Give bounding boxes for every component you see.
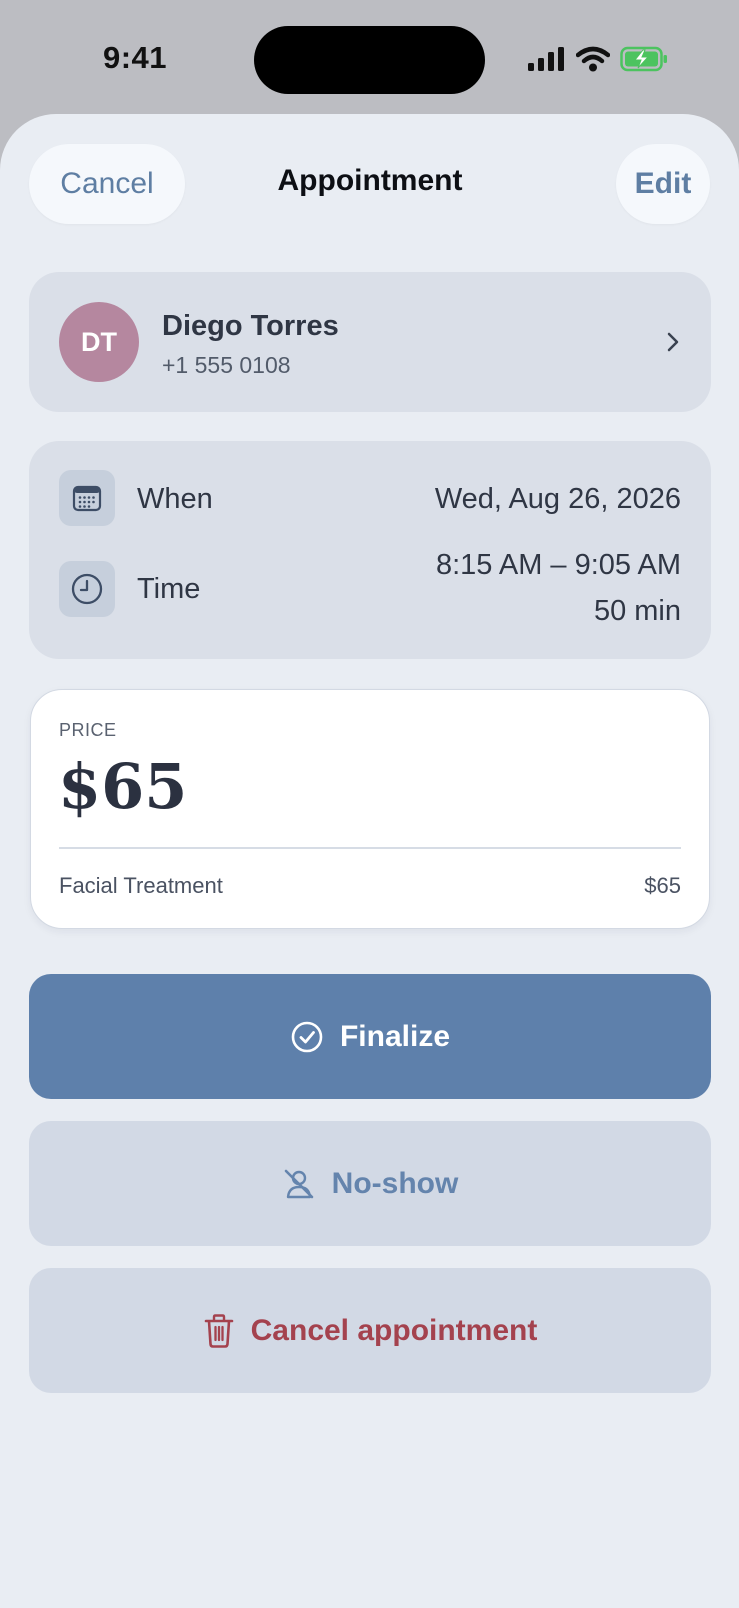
no-show-button[interactable]: No-show bbox=[29, 1121, 711, 1246]
when-value: Wed, Aug 26, 2026 bbox=[434, 483, 681, 515]
page-title: Appointment bbox=[277, 164, 463, 197]
user-off-icon bbox=[284, 1169, 313, 1198]
avatar: DT bbox=[59, 302, 139, 382]
signal-icon bbox=[528, 47, 564, 71]
cancel-appointment-button[interactable]: Cancel appointment bbox=[29, 1268, 711, 1393]
price-card: PRICE $65 Facial Treatment $65 bbox=[30, 689, 710, 929]
status-time: 9:41 bbox=[102, 40, 168, 75]
status-icons bbox=[528, 44, 668, 74]
time-label: Time bbox=[137, 573, 201, 605]
dynamic-island bbox=[254, 26, 485, 94]
client-card[interactable]: DT Diego Torres +1 555 0108 bbox=[29, 272, 711, 412]
finalize-button[interactable]: Finalize bbox=[29, 974, 711, 1099]
clock-icon bbox=[59, 561, 115, 617]
trash-icon bbox=[204, 1313, 233, 1348]
schedule-card: When Wed, Aug 26, 2026 Time 8:15 AM – 9:… bbox=[29, 441, 711, 659]
no-show-label: No-show bbox=[331, 1166, 459, 1200]
calendar-icon bbox=[59, 470, 115, 526]
client-phone: +1 555 0108 bbox=[162, 352, 291, 378]
cancel-appointment-label: Cancel appointment bbox=[250, 1313, 538, 1347]
client-name: Diego Torres bbox=[162, 310, 339, 342]
check-circle-icon bbox=[291, 1021, 323, 1052]
duration: 50 min bbox=[593, 595, 681, 627]
chevron-right-icon bbox=[667, 332, 679, 352]
edit-button[interactable]: Edit bbox=[616, 144, 710, 224]
when-label: When bbox=[137, 483, 213, 515]
divider bbox=[59, 847, 681, 849]
time-range: 8:15 AM – 9:05 AM bbox=[435, 549, 681, 581]
cancel-button[interactable]: Cancel bbox=[29, 144, 185, 224]
status-bar: 9:41 bbox=[0, 0, 739, 115]
wifi-icon bbox=[576, 46, 610, 72]
service-name: Facial Treatment bbox=[59, 873, 223, 898]
battery-charging-icon bbox=[620, 46, 667, 72]
price-label: PRICE bbox=[59, 720, 117, 740]
price-amount: $65 bbox=[58, 750, 188, 823]
finalize-label: Finalize bbox=[339, 1019, 451, 1053]
service-price: $65 bbox=[644, 873, 681, 898]
